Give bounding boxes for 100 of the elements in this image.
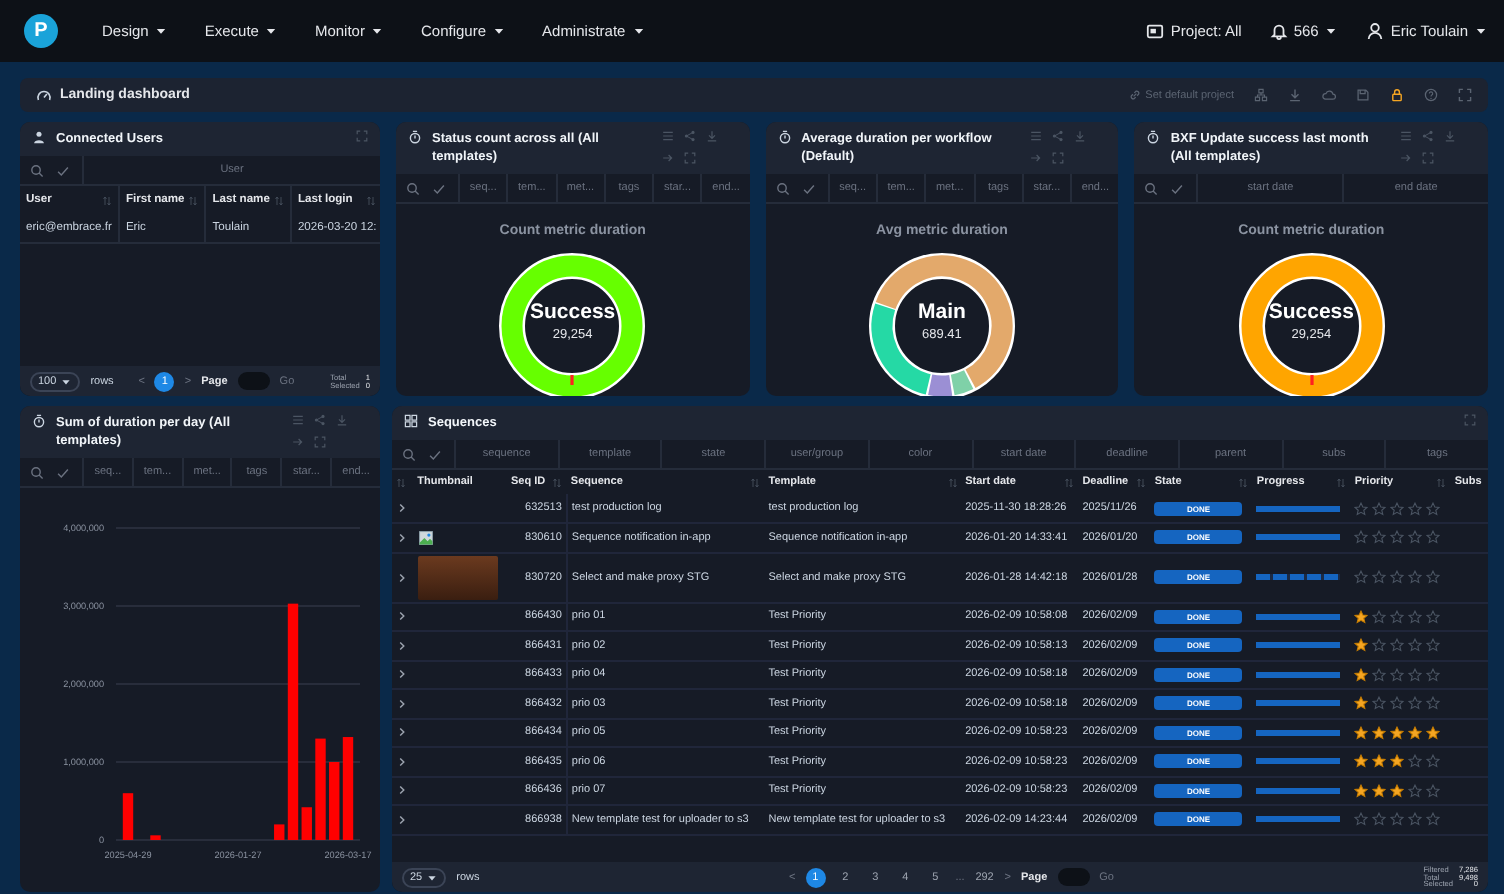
sitemap-button[interactable] — [1254, 88, 1268, 102]
chevron-right-icon — [396, 813, 408, 826]
sort-icon — [1064, 477, 1075, 488]
list-button[interactable] — [661, 130, 674, 142]
share-icon — [1052, 130, 1065, 142]
empty-star-icon — [1390, 667, 1405, 682]
arrow-button[interactable] — [292, 436, 304, 448]
page-input[interactable] — [237, 372, 270, 390]
filled-star-icon — [1390, 754, 1405, 769]
fullscreen-button[interactable] — [1464, 414, 1476, 426]
filled-star-icon — [1408, 725, 1423, 740]
download-button[interactable] — [705, 130, 718, 142]
sort-icon — [1238, 477, 1249, 488]
download-icon — [336, 414, 348, 426]
arrow-right-icon — [1400, 152, 1412, 164]
lock-button[interactable] — [1390, 88, 1404, 102]
fullscreen-button[interactable] — [1458, 88, 1472, 102]
fullscreen-button[interactable] — [356, 130, 368, 142]
filled-star-icon — [1426, 725, 1441, 740]
expand-row-button[interactable] — [396, 502, 408, 515]
fullscreen-button[interactable] — [1052, 152, 1065, 164]
expand-row-button[interactable] — [396, 784, 408, 797]
list-button[interactable] — [1400, 130, 1412, 142]
sort-icon — [1336, 477, 1347, 488]
arrow-button[interactable] — [661, 152, 674, 164]
bar — [315, 739, 326, 841]
stopwatch-icon — [777, 130, 792, 144]
check-icon — [428, 447, 442, 462]
filled-star-icon — [1354, 609, 1369, 624]
empty-star-icon — [1426, 530, 1441, 545]
page-input[interactable] — [1057, 868, 1090, 886]
expand-row-button[interactable] — [396, 639, 408, 652]
app-logo[interactable]: P — [24, 14, 58, 48]
help-button[interactable] — [1424, 88, 1438, 102]
expand-row-button[interactable] — [396, 755, 408, 768]
donut-center-label: Success — [528, 300, 618, 325]
sort-icon — [396, 477, 406, 488]
empty-star-icon — [1426, 638, 1441, 653]
empty-star-icon — [1372, 812, 1387, 827]
expand-row-button[interactable] — [396, 610, 408, 623]
download-button[interactable] — [1444, 130, 1456, 142]
caret-icon — [370, 24, 385, 38]
list-icon — [1400, 130, 1412, 142]
caret-icon — [60, 375, 73, 387]
empty-star-icon — [1426, 783, 1441, 798]
download-button[interactable] — [1288, 88, 1302, 102]
empty-star-icon — [1426, 570, 1441, 585]
bar — [122, 793, 134, 841]
caret-icon — [1324, 24, 1339, 38]
chevron-right-icon — [396, 784, 408, 797]
fullscreen-button[interactable] — [683, 152, 696, 164]
list-button[interactable] — [292, 414, 304, 426]
sitemap-icon — [1254, 88, 1268, 102]
expand-row-button[interactable] — [396, 726, 408, 739]
sort-icon — [188, 195, 199, 206]
cloud-button[interactable] — [1322, 88, 1336, 102]
empty-star-icon — [1426, 754, 1441, 769]
expand-row-button[interactable] — [396, 668, 408, 681]
download-button[interactable] — [336, 414, 348, 426]
bell-icon — [1269, 22, 1288, 40]
list-button[interactable] — [1030, 130, 1043, 142]
save-button[interactable] — [1356, 88, 1370, 102]
expand-row-button[interactable] — [396, 571, 408, 584]
share-button[interactable] — [1052, 130, 1065, 142]
empty-star-icon — [1408, 530, 1423, 545]
share-button[interactable] — [314, 414, 326, 426]
empty-star-icon — [1390, 812, 1405, 827]
download-icon — [1074, 130, 1087, 142]
fullscreen-button[interactable] — [314, 436, 326, 448]
empty-star-icon — [1354, 812, 1369, 827]
user-icon — [1366, 22, 1385, 40]
sort-icon — [1136, 477, 1147, 488]
expand-row-button[interactable] — [396, 813, 408, 826]
project-icon — [1146, 22, 1165, 40]
empty-star-icon — [1372, 530, 1387, 545]
empty-star-icon — [1426, 696, 1441, 711]
expand-row-button[interactable] — [396, 531, 408, 544]
chevron-right-icon — [396, 726, 408, 739]
search-icon — [1144, 181, 1159, 196]
arrow-button[interactable] — [1030, 152, 1043, 164]
expand-row-button[interactable] — [396, 697, 408, 710]
share-button[interactable] — [683, 130, 696, 142]
share-button[interactable] — [1422, 130, 1434, 142]
share-icon — [1422, 130, 1434, 142]
download-button[interactable] — [1074, 130, 1087, 142]
check-icon — [1170, 181, 1185, 196]
filled-star-icon — [1354, 725, 1369, 740]
chevron-right-icon — [396, 668, 408, 681]
empty-star-icon — [1372, 570, 1387, 585]
empty-star-icon — [1390, 501, 1405, 516]
filled-star-icon — [1372, 783, 1387, 798]
filled-star-icon — [1354, 638, 1369, 653]
chevron-right-icon — [396, 755, 408, 768]
fullscreen-button[interactable] — [1422, 152, 1434, 164]
broken-image-icon — [417, 529, 434, 546]
chevron-right-icon — [396, 610, 408, 623]
arrow-right-icon — [1030, 152, 1043, 164]
empty-star-icon — [1408, 501, 1423, 516]
filled-star-icon — [1372, 725, 1387, 740]
arrow-button[interactable] — [1400, 152, 1412, 164]
